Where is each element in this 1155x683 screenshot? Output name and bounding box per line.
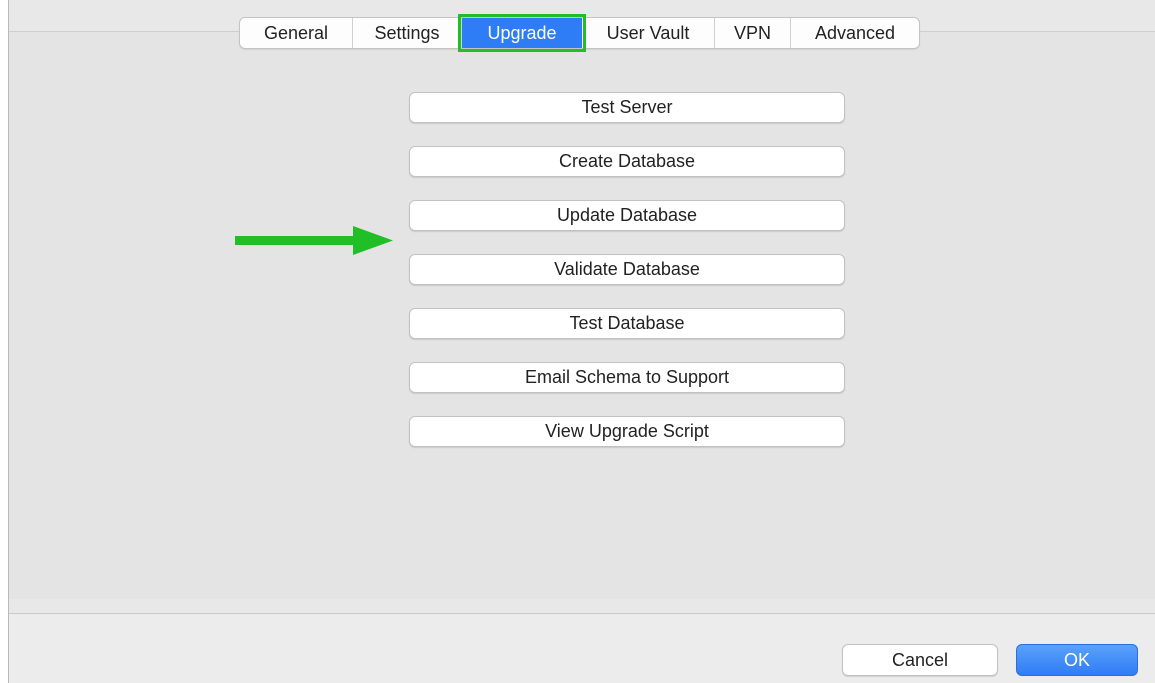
tab-vpn[interactable]: VPN — [715, 18, 791, 48]
email-schema-button[interactable]: Email Schema to Support — [409, 362, 845, 393]
validate-database-button[interactable]: Validate Database — [409, 254, 845, 285]
test-database-button[interactable]: Test Database — [409, 308, 845, 339]
upgrade-panel: Test Server Create Database Update Datab… — [9, 31, 1155, 599]
tab-user-vault[interactable]: User Vault — [582, 18, 715, 48]
tab-upgrade[interactable]: Upgrade — [458, 14, 586, 52]
create-database-button[interactable]: Create Database — [409, 146, 845, 177]
cancel-button[interactable]: Cancel — [842, 644, 998, 676]
tab-bar: General Settings Upgrade User Vault VPN … — [239, 14, 920, 52]
preferences-window: Test Server Create Database Update Datab… — [8, 0, 1155, 683]
update-database-button[interactable]: Update Database — [409, 200, 845, 231]
action-button-stack: Test Server Create Database Update Datab… — [409, 92, 845, 470]
tab-upgrade-label: Upgrade — [487, 23, 557, 43]
tab-general[interactable]: General — [240, 18, 353, 48]
tab-settings[interactable]: Settings — [353, 18, 462, 48]
green-arrow-annotation-icon — [235, 226, 393, 255]
tab-advanced[interactable]: Advanced — [791, 18, 919, 48]
view-upgrade-script-button[interactable]: View Upgrade Script — [409, 416, 845, 447]
dialog-footer: Cancel OK — [9, 614, 1155, 683]
test-server-button[interactable]: Test Server — [409, 92, 845, 123]
ok-button[interactable]: OK — [1016, 644, 1138, 676]
